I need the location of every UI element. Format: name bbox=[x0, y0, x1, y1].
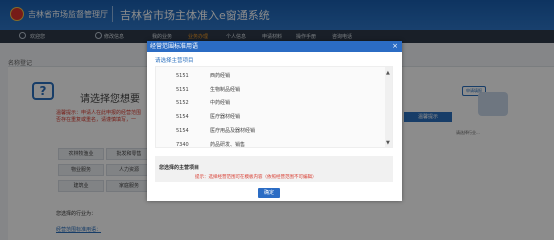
item-code: 5151 bbox=[176, 87, 189, 93]
item-name: 医疗器材经销 bbox=[210, 114, 241, 120]
item-name: 药品研发、销售 bbox=[210, 142, 246, 148]
item-name: 中药经销 bbox=[210, 100, 231, 106]
confirm-button[interactable]: 确定 bbox=[258, 188, 280, 198]
list-item[interactable]: 5154 医疗用品及器材经销 bbox=[156, 126, 392, 136]
close-icon[interactable]: × bbox=[392, 41, 398, 52]
list-item[interactable]: 5151 生物制品经销 bbox=[156, 85, 392, 95]
modal-subtitle: 请选择主营项目 bbox=[155, 58, 194, 64]
list-scrollbar[interactable]: ▲ ▼ bbox=[385, 67, 392, 147]
item-name: 医疗用品及器材经销 bbox=[210, 128, 256, 134]
item-code: 5154 bbox=[176, 114, 189, 120]
selected-label: 您选择的主营项目 bbox=[159, 165, 200, 171]
modal-title: 经营范围标准用语 bbox=[150, 43, 199, 50]
modal-header: 经营范围标准用语 × bbox=[147, 41, 402, 52]
scope-list[interactable]: 5151 西药经销 5151 生物制品经销 5152 中药经销 5154 医疗器… bbox=[155, 66, 393, 148]
item-name: 西药经销 bbox=[210, 73, 231, 79]
scroll-up-icon[interactable]: ▲ bbox=[386, 70, 390, 76]
item-code: 5154 bbox=[176, 128, 189, 134]
item-code: 7340 bbox=[176, 142, 189, 148]
item-code: 5152 bbox=[176, 100, 189, 106]
item-name: 生物制品经销 bbox=[210, 87, 241, 93]
list-item[interactable]: 5151 西药经销 bbox=[156, 71, 392, 81]
item-code: 5151 bbox=[176, 73, 189, 79]
scroll-down-icon[interactable]: ▼ bbox=[386, 140, 390, 146]
list-item[interactable]: 7340 药品研发、销售 bbox=[156, 140, 392, 148]
list-item[interactable]: 5154 医疗器材经销 bbox=[156, 112, 392, 122]
list-item[interactable]: 5152 中药经销 bbox=[156, 98, 392, 108]
scope-modal: 经营范围标准用语 × 请选择主营项目 5151 西药经销 5151 生物制品经销… bbox=[147, 41, 402, 201]
modal-tip: 提示：选择经营范围可在模板内容（依照经营范围不可编辑） bbox=[195, 175, 317, 180]
